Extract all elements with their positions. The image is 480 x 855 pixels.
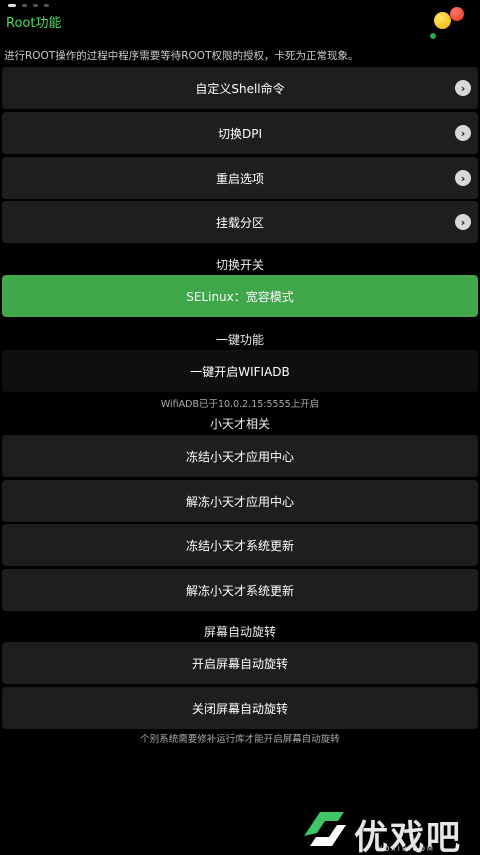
page-dot <box>44 4 49 7</box>
page-dot <box>8 4 16 7</box>
button-label: 解冻小天才系统更新 <box>185 583 294 598</box>
watermark-logo-icon <box>304 812 346 846</box>
chevron-right-icon: › <box>455 170 471 186</box>
disable-auto-rotate-button[interactable]: 关闭屏幕自动旋转 <box>2 687 478 729</box>
button-label: 重启选项 <box>215 171 264 186</box>
top-bar: Root功能 <box>0 0 480 44</box>
chevron-right-icon: › <box>455 214 471 230</box>
button-label: SELinux：宽容模式 <box>186 289 294 304</box>
freeze-system-update-button[interactable]: 冻结小天才系统更新 <box>2 524 478 566</box>
decorative-orbs-icon <box>430 6 472 40</box>
page-indicator <box>8 4 49 7</box>
wifiadb-button[interactable]: 一键开启WIFIADB <box>2 350 478 392</box>
mount-partition-button[interactable]: 挂载分区 › <box>2 201 478 243</box>
button-label: 冻结小天才应用中心 <box>185 449 294 464</box>
button-label: 切换DPI <box>217 126 263 141</box>
custom-shell-button[interactable]: 自定义Shell命令 › <box>2 67 478 109</box>
red-orb-icon <box>450 7 464 21</box>
yellow-orb-icon <box>434 12 451 29</box>
button-label: 一键开启WIFIADB <box>190 364 290 379</box>
button-label: 冻结小天才系统更新 <box>185 538 294 553</box>
button-label: 开启屏幕自动旋转 <box>191 656 288 671</box>
switch-dpi-button[interactable]: 切换DPI › <box>2 112 478 154</box>
unfreeze-app-center-button[interactable]: 解冻小天才应用中心 <box>2 480 478 522</box>
oneclick-section-title: 一键功能 <box>215 333 264 347</box>
xtc-section-title: 小天才相关 <box>209 417 270 431</box>
page-dot <box>33 4 38 7</box>
green-orb-icon <box>430 33 436 39</box>
rotate-section-title: 屏幕自动旋转 <box>203 625 276 639</box>
button-label: 解冻小天才应用中心 <box>185 494 294 509</box>
rotate-note: 个别系统需要修补运行库才能开启屏幕自动旋转 <box>140 734 340 745</box>
button-label: 关闭屏幕自动旋转 <box>191 701 288 716</box>
reboot-options-button[interactable]: 重启选项 › <box>2 157 478 199</box>
page-dot <box>22 4 27 7</box>
chevron-right-icon: › <box>455 80 471 96</box>
enable-auto-rotate-button[interactable]: 开启屏幕自动旋转 <box>2 642 478 684</box>
chevron-right-icon: › <box>455 125 471 141</box>
wifiadb-status: WifiADB已于10.0.2.15:5555上开启 <box>160 399 320 410</box>
selinux-toggle-button[interactable]: SELinux：宽容模式 <box>2 275 478 317</box>
button-label: 自定义Shell命令 <box>195 81 285 96</box>
watermark-subtext: YOXI8.COM <box>378 845 435 853</box>
unfreeze-system-update-button[interactable]: 解冻小天才系统更新 <box>2 569 478 611</box>
switch-section-title: 切换开关 <box>215 258 264 272</box>
freeze-app-center-button[interactable]: 冻结小天才应用中心 <box>2 435 478 477</box>
button-label: 挂载分区 <box>215 215 264 230</box>
root-notice: 进行ROOT操作的过程中程序需要等待ROOT权限的授权，卡死为正常现象。 <box>4 50 359 62</box>
app-title: Root功能 <box>6 16 62 31</box>
